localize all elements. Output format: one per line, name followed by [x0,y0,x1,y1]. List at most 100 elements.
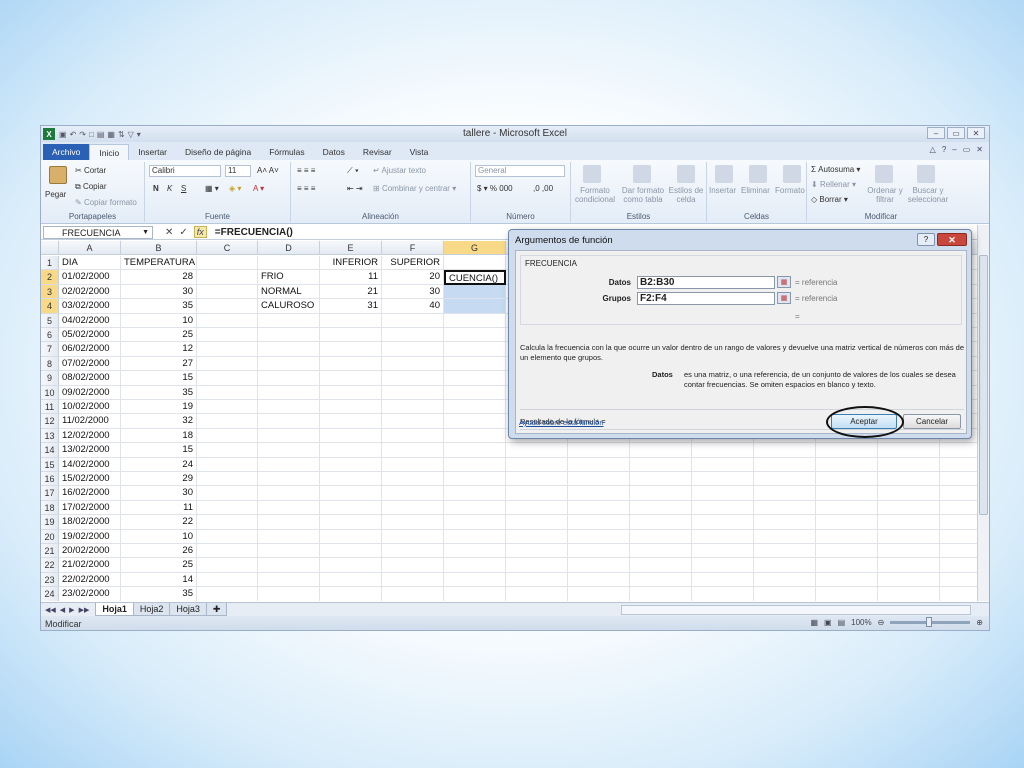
cell[interactable] [630,515,692,530]
cell[interactable] [197,356,258,372]
cell[interactable] [382,529,444,544]
row-header[interactable]: 20 [41,529,59,544]
cell[interactable] [568,572,630,588]
cell[interactable] [320,544,382,559]
cell[interactable] [444,256,506,271]
cell[interactable] [754,515,816,530]
cell[interactable] [630,457,692,472]
cell[interactable]: 18 [121,428,197,444]
cell[interactable] [258,443,320,458]
row-header[interactable]: 21 [41,544,59,559]
dialog-close-button[interactable]: ✕ [937,233,967,246]
cell[interactable] [197,270,258,285]
cell[interactable] [197,414,258,429]
cell[interactable]: TEMPERATURA [121,256,197,271]
cell[interactable]: 15 [121,443,197,458]
cell[interactable]: 07/02/2000 [59,356,121,372]
cell[interactable] [258,356,320,372]
arg-input-datos[interactable]: B2:B30 [637,276,775,289]
cell[interactable] [197,256,258,271]
cell[interactable]: 25 [121,558,197,573]
cell[interactable]: 09/02/2000 [59,385,121,400]
cell[interactable] [568,486,630,501]
vertical-scrollbar[interactable] [977,225,989,601]
cell[interactable]: 35 [121,587,197,601]
cell[interactable] [630,486,692,501]
row-header[interactable]: 16 [41,472,59,487]
cell[interactable] [382,428,444,444]
row-header[interactable]: 15 [41,457,59,472]
cell[interactable] [258,529,320,544]
cell[interactable] [320,342,382,357]
help-link[interactable]: Ayuda sobre esta función [519,418,604,427]
cell[interactable] [320,457,382,472]
cell[interactable] [878,587,940,601]
cell[interactable]: CALUROSO [258,299,320,314]
cell[interactable] [197,284,258,300]
first-sheet-icon[interactable]: ◀◀ [45,606,56,614]
range-select-icon[interactable]: ▦ [777,292,791,304]
cell[interactable] [258,371,320,386]
cell[interactable]: 28 [121,270,197,285]
active-cell[interactable]: CUENCIA() [444,270,506,285]
format-painter-button[interactable]: ✎ Copiar formato [75,198,137,207]
cell[interactable] [382,587,444,601]
cell[interactable] [258,313,320,328]
minimize-button[interactable]: – [927,127,945,139]
cell[interactable] [444,587,506,601]
align-left-icon[interactable]: ≡ ≡ ≡ [297,184,315,193]
sheet-tab-hoja2[interactable]: Hoja2 [132,603,171,616]
copy-button[interactable]: ⧉ Copiar [75,182,107,192]
cell[interactable] [258,515,320,530]
paste-icon[interactable] [49,166,67,184]
range-select-icon[interactable]: ▦ [777,276,791,288]
cell[interactable] [816,500,878,516]
column-header-g[interactable]: G [444,241,506,255]
cell[interactable] [878,529,940,544]
cancelar-button[interactable]: Cancelar [903,414,961,429]
cell[interactable] [754,544,816,559]
format-table-button[interactable]: Dar formato como tabla [619,186,667,204]
row-header[interactable]: 12 [41,414,59,429]
cell[interactable] [754,587,816,601]
cell[interactable] [444,299,506,314]
cell[interactable] [197,572,258,588]
font-select[interactable]: Calibri [149,165,221,177]
cell[interactable]: 23/02/2000 [59,587,121,601]
cell-styles-button[interactable]: Estilos de celda [667,186,705,204]
cell[interactable] [878,486,940,501]
cell[interactable] [258,328,320,343]
cell[interactable] [320,385,382,400]
cell[interactable]: INFERIOR [320,256,382,271]
fill-button[interactable]: ⬇ Rellenar ▾ [811,180,856,189]
row-header[interactable]: 4 [41,299,59,314]
cell[interactable] [197,371,258,386]
cell[interactable] [444,356,506,372]
doc-restore-icon[interactable]: ▭ [963,145,971,154]
borders-icon[interactable]: ▦ ▾ [205,184,219,193]
row-header[interactable]: 18 [41,500,59,516]
cell[interactable]: 21/02/2000 [59,558,121,573]
doc-minimize-icon[interactable]: – [952,145,956,154]
dialog-help-button[interactable]: ? [917,233,935,246]
cell[interactable] [197,443,258,458]
cell[interactable] [506,544,568,559]
cell[interactable] [320,572,382,588]
cell[interactable] [754,457,816,472]
cut-button[interactable]: ✂ Cortar [75,166,106,175]
fill-color-icon[interactable]: ◈ ▾ [229,184,241,193]
tab-inicio[interactable]: Inicio [89,144,130,160]
cell[interactable] [878,500,940,516]
row-header[interactable]: 23 [41,572,59,588]
row-header[interactable]: 22 [41,558,59,573]
cell[interactable] [382,356,444,372]
cell[interactable] [878,472,940,487]
cell[interactable] [878,515,940,530]
cell[interactable] [197,515,258,530]
cell[interactable] [197,299,258,314]
cell[interactable] [258,400,320,415]
cell[interactable]: 27 [121,356,197,372]
cell[interactable]: 25 [121,328,197,343]
cell[interactable] [754,500,816,516]
cell[interactable] [258,428,320,444]
